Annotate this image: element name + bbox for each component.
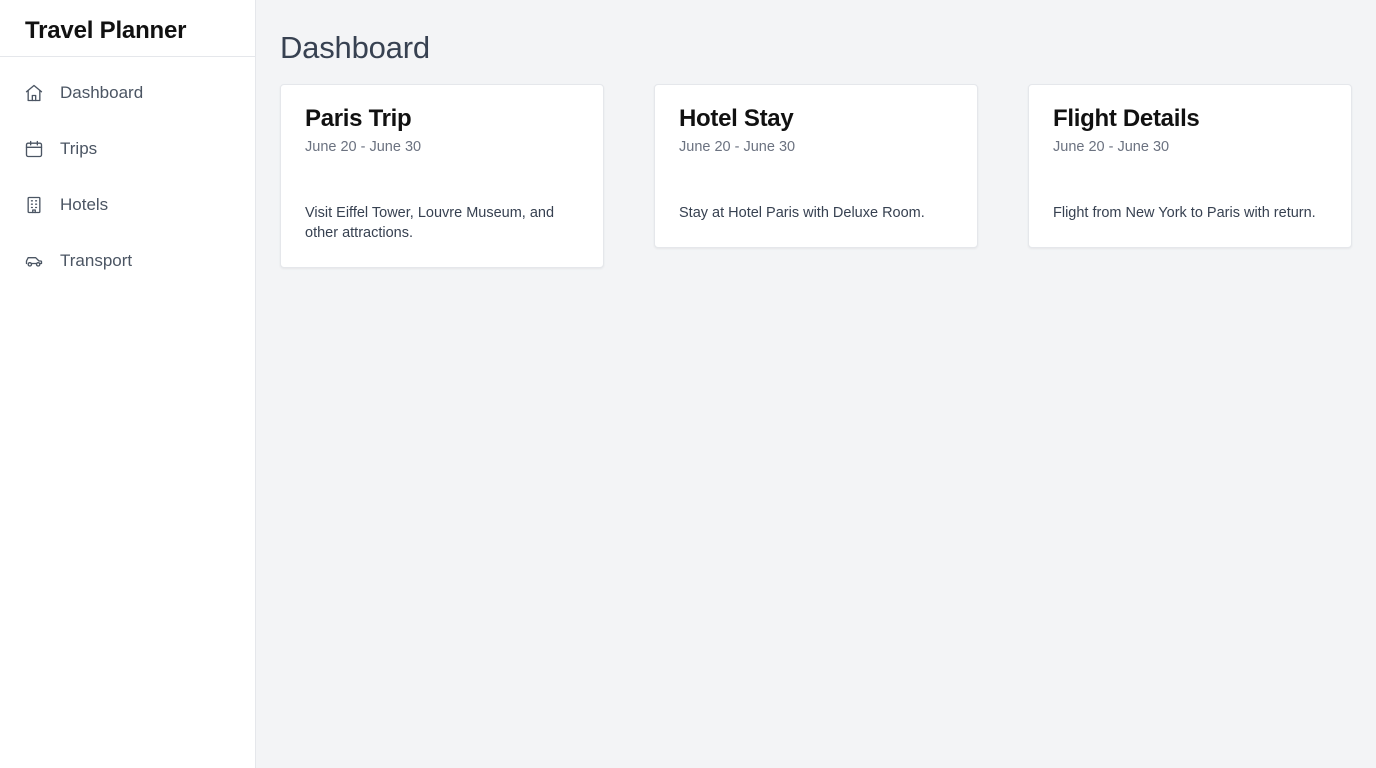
- card-title: Flight Details: [1053, 105, 1200, 132]
- hotel-card[interactable]: Hotel Stay June 20 - June 30 Stay at Hot…: [654, 84, 978, 248]
- card-title: Paris Trip: [305, 105, 412, 132]
- sidebar: Travel Planner Dashboard Trips Hotels Tr…: [0, 0, 256, 768]
- sidebar-item-transport[interactable]: Transport: [0, 233, 255, 289]
- page-title: Dashboard: [280, 30, 430, 65]
- sidebar-item-label: Hotels: [60, 195, 109, 214]
- calendar-icon: [24, 139, 44, 159]
- home-icon: [24, 83, 44, 103]
- building-icon: [24, 195, 44, 215]
- card-title: Hotel Stay: [679, 105, 794, 132]
- main-content: Dashboard Paris Trip June 20 - June 30 V…: [256, 0, 1376, 768]
- sidebar-item-label: Dashboard: [60, 83, 144, 102]
- card-dates: June 20 - June 30: [1053, 139, 1170, 155]
- app-brand: Travel Planner: [0, 0, 255, 57]
- sidebar-item-label: Transport: [60, 251, 133, 270]
- sidebar-item-trips[interactable]: Trips: [0, 121, 255, 177]
- app-shell: Travel Planner Dashboard Trips Hotels Tr…: [0, 0, 1376, 768]
- card-grid: Paris Trip June 20 - June 30 Visit Eiffe…: [280, 84, 1352, 268]
- sidebar-item-label: Trips: [60, 139, 98, 158]
- sidebar-item-hotels[interactable]: Hotels: [0, 177, 255, 233]
- card-description: Stay at Hotel Paris with Deluxe Room.: [679, 205, 925, 221]
- card-dates: June 20 - June 30: [305, 139, 422, 155]
- card-description: Flight from New York to Paris with retur…: [1053, 205, 1316, 221]
- card-dates: June 20 - June 30: [679, 139, 796, 155]
- sidebar-item-dashboard[interactable]: Dashboard: [0, 65, 255, 121]
- trip-card[interactable]: Paris Trip June 20 - June 30 Visit Eiffe…: [280, 84, 604, 268]
- car-icon: [24, 251, 44, 271]
- card-description: Visit Eiffel Tower, Louvre Museum, and o…: [305, 205, 555, 241]
- flight-card[interactable]: Flight Details June 20 - June 30 Flight …: [1028, 84, 1352, 248]
- sidebar-nav: Dashboard Trips Hotels Transport: [0, 57, 255, 289]
